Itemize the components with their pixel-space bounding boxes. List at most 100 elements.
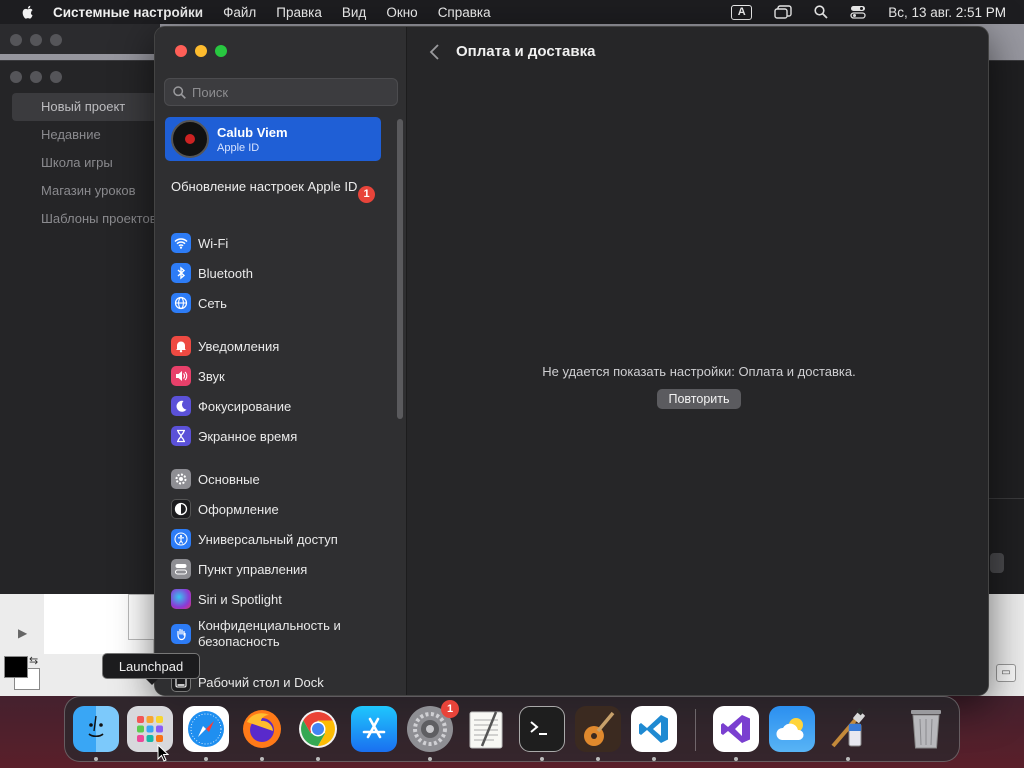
sidebar-item-general[interactable]: Основные [171,467,260,491]
trash-icon[interactable] [903,706,949,752]
settings-content: Оплата и доставка Не удается показать на… [408,27,988,695]
menu-window[interactable]: Окно [386,5,417,20]
running-indicator [316,757,320,761]
apple-id-update-item[interactable]: Обновление настроек Apple ID [171,179,381,195]
terminal-icon[interactable] [519,706,565,752]
mouse-cursor-icon [157,744,169,762]
sidebar-scrollbar[interactable] [397,119,403,419]
finder-icon[interactable] [73,706,119,752]
weather-icon[interactable] [769,706,815,752]
minimize-button[interactable] [195,45,207,57]
appearance-icon [171,499,191,519]
running-indicator [428,757,432,761]
running-indicator [652,757,656,761]
sidebar-item-notifications[interactable]: Уведомления [171,334,279,358]
sidebar-item-bluetooth[interactable]: Bluetooth [171,261,253,285]
retry-button[interactable]: Повторить [657,389,741,409]
swap-colors-icon[interactable]: ⇆ [29,654,38,667]
menu-view[interactable]: Вид [342,5,366,20]
stage-manager-icon[interactable] [774,5,792,19]
running-indicator [260,757,264,761]
account-name: Calub Viem [217,124,288,140]
sidebar-item-privacy-security[interactable]: Конфиденциальность и безопасность [171,617,358,651]
sidebar-item-school[interactable]: Школа игры [12,149,157,177]
avatar [171,120,209,158]
sidebar-item-label: Экранное время [198,428,298,444]
control-center-icon [171,559,191,579]
page-title: Оплата и доставка [456,43,596,60]
window-zoom-button[interactable] [50,34,62,46]
running-indicator [540,757,544,761]
vscode-icon[interactable] [631,706,677,752]
sidebar-item-sound[interactable]: Звук [171,364,225,388]
sidebar-item-siri-spotlight[interactable]: Siri и Spotlight [171,587,282,611]
panel-icon[interactable]: ▭ [996,664,1016,682]
sidebar-item-new-project[interactable]: Новый проект [12,93,157,121]
sidebar-item-focus[interactable]: Фокусирование [171,394,291,418]
app-store-icon[interactable] [351,706,397,752]
accessibility-icon [171,529,191,549]
siri-icon [171,589,191,609]
bell-icon [171,336,191,356]
search-field[interactable] [164,78,398,106]
sidebar-item-accessibility[interactable]: Универсальный доступ [171,527,338,551]
input-source-icon[interactable]: A [731,4,753,20]
moon-icon [171,396,191,416]
sidebar-item-network[interactable]: Сеть [171,291,227,315]
sidebar-item-templates[interactable]: Шаблоны проектов [12,205,157,233]
window-zoom-button[interactable] [50,71,62,83]
background-window-titlebar [0,24,160,54]
sidebar-item-label: Рабочий стол и Dock [198,674,324,690]
menu-help[interactable]: Справка [438,5,491,20]
window-minimize-button[interactable] [30,34,42,46]
zoom-button[interactable] [215,45,227,57]
dock-tooltip: Launchpad [102,653,200,685]
window-minimize-button[interactable] [30,71,42,83]
sidebar-item-recent[interactable]: Недавние [12,121,157,149]
background-right-pane [988,61,1024,595]
menu-file[interactable]: Файл [223,5,256,20]
disclosure-arrow-icon[interactable]: ▶ [18,626,27,640]
sidebar-item-screen-time[interactable]: Экранное время [171,424,297,448]
bluetooth-icon [171,263,191,283]
menu-extras: A Вс, 13 авг. 2:51 PM [709,0,1006,24]
settings-sidebar: Calub Viem Apple ID Обновление настроек … [155,27,407,695]
sidebar-item-control-center[interactable]: Пункт управления [171,557,307,581]
apple-menu-icon[interactable] [20,4,36,20]
sidebar-item-label: Звук [198,368,225,384]
garageband-icon[interactable] [575,706,621,752]
sidebar-item-label: Сеть [198,295,227,311]
canvas-panel [128,594,156,640]
chrome-icon[interactable] [295,706,341,752]
search-icon [173,85,186,99]
sidebar-item-appearance[interactable]: Оформление [171,497,279,521]
window-controls [175,45,227,57]
spotlight-search-icon[interactable] [814,5,828,19]
sidebar-item-wifi[interactable]: Wi-Fi [171,231,228,255]
firefox-icon[interactable] [239,706,285,752]
close-button[interactable] [175,45,187,57]
sidebar-item-label: Оформление [198,501,279,517]
safari-icon[interactable] [183,706,229,752]
menu-app-name[interactable]: Системные настройки [53,5,203,20]
visual-studio-icon[interactable] [713,706,759,752]
back-chevron-icon[interactable] [428,43,442,61]
menu-bar: Системные настройки Файл Правка Вид Окно… [0,0,1024,24]
window-close-button[interactable] [10,71,22,83]
control-center-icon[interactable] [850,5,866,19]
clock[interactable]: Вс, 13 авг. 2:51 PM [888,5,1006,20]
window-close-button[interactable] [10,34,22,46]
background-button[interactable] [990,553,1004,573]
foreground-color-swatch[interactable] [4,656,28,678]
sidebar-item-label: Основные [198,471,260,487]
textedit-icon[interactable] [463,706,509,752]
system-settings-icon[interactable]: 1 [407,700,459,752]
divider [988,498,1024,499]
sidebar-item-store[interactable]: Магазин уроков [12,177,157,205]
menu-edit[interactable]: Правка [276,5,322,20]
search-input[interactable] [192,84,392,100]
account-subtitle: Apple ID [217,141,260,154]
apple-id-account[interactable]: Calub Viem Apple ID [165,117,381,161]
sidebar-item-label: Siri и Spotlight [198,591,282,607]
paintbrush-icon[interactable] [825,706,871,752]
